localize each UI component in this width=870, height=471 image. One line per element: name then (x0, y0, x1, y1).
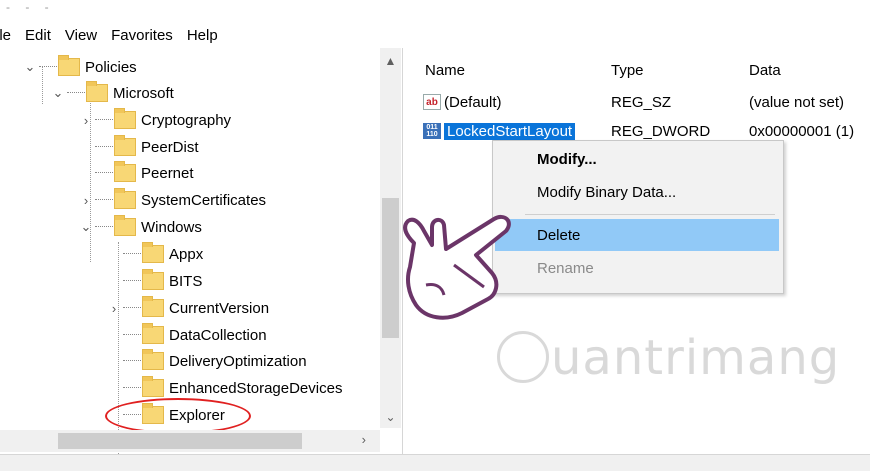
chevron-right-icon[interactable]: › (78, 113, 94, 128)
menu-item-modify[interactable]: Modify... (495, 143, 779, 175)
chevron-down-icon[interactable]: ⌄ (50, 85, 66, 101)
folder-icon (142, 323, 164, 344)
watermark: uantrimang (497, 330, 840, 387)
tree-item-label: DataCollection (169, 326, 267, 344)
tree-item-label: SystemCertificates (141, 191, 267, 209)
chevron-down-icon[interactable]: ⌄ (22, 59, 38, 75)
highlight-circle (105, 398, 251, 434)
value-data: 0x00000001 (1) (749, 122, 855, 140)
tree-item-bits[interactable]: BITS (106, 268, 202, 294)
column-header-type[interactable]: Type (611, 62, 644, 79)
chevron-right-icon[interactable]: › (106, 301, 122, 316)
context-menu: Modify... Modify Binary Data... Delete R… (492, 140, 784, 294)
tree-item-label: Windows (141, 218, 202, 236)
tree-item-currentversion[interactable]: › CurrentVersion (106, 295, 269, 321)
menu-item-delete[interactable]: Delete (495, 219, 779, 251)
menu-separator (525, 214, 775, 215)
scroll-thumb[interactable] (58, 433, 302, 449)
lightbulb-logo-icon (497, 331, 549, 383)
tree-item-label: Policies (85, 58, 137, 76)
menu-view[interactable]: View (65, 27, 97, 44)
column-header-name[interactable]: Name (425, 62, 465, 79)
menu-file[interactable]: ile (0, 27, 11, 44)
menu-edit[interactable]: Edit (25, 27, 51, 44)
menu-favorites[interactable]: Favorites (111, 27, 173, 44)
scroll-down-icon[interactable]: ⌄ (380, 410, 401, 424)
tree-item-label: DeliveryOptimization (169, 352, 307, 370)
tree-item-label: BITS (169, 272, 203, 290)
folder-icon (114, 161, 136, 182)
tree-item-label: Appx (169, 245, 204, 263)
tree-item-label: PeerDist (141, 138, 199, 156)
value-type: REG_SZ (611, 93, 672, 111)
folder-icon (114, 188, 136, 209)
folder-icon (114, 108, 136, 129)
tree-item-datacollection[interactable]: DataCollection (106, 322, 267, 348)
column-header-data[interactable]: Data (749, 62, 781, 79)
status-bar (0, 454, 870, 471)
string-value-icon: ab (423, 94, 441, 110)
folder-icon (142, 376, 164, 397)
folder-icon (114, 135, 136, 156)
tree-item-microsoft[interactable]: ⌄ Microsoft (50, 80, 174, 106)
tree-item-systemcertificates[interactable]: › SystemCertificates (78, 187, 266, 213)
tree-item-windows[interactable]: ⌄ Windows (78, 214, 202, 240)
tree-item-label: CurrentVersion (169, 299, 270, 317)
tree-item-label: Cryptography (141, 111, 232, 129)
folder-icon (142, 269, 164, 290)
tree-item-appx[interactable]: Appx (106, 241, 203, 267)
folder-icon (142, 349, 164, 370)
value-row[interactable]: ab (Default) REG_SZ (value not set) (423, 90, 863, 114)
value-name: (Default) (444, 93, 502, 111)
tree-item-enhancedstoragedevices[interactable]: EnhancedStorageDevices (106, 375, 342, 401)
tree-item-peerdist[interactable]: PeerDist (78, 134, 199, 160)
folder-icon (142, 242, 164, 263)
tree-item-cryptography[interactable]: › Cryptography (78, 107, 231, 133)
folder-icon (142, 296, 164, 317)
folder-icon (114, 215, 136, 236)
menu-item-modify-binary[interactable]: Modify Binary Data... (495, 176, 779, 208)
title-fragment: - - - (6, 0, 55, 14)
value-data: (value not set) (749, 93, 845, 111)
tree-horizontal-scrollbar[interactable]: › (0, 430, 380, 452)
tree-item-label: EnhancedStorageDevices (169, 379, 343, 397)
folder-icon (86, 81, 108, 102)
value-type: REG_DWORD (611, 122, 711, 140)
menu-bar: ile Edit View Favorites Help (0, 22, 870, 48)
pointing-hand-icon (403, 214, 511, 320)
folder-icon (58, 55, 80, 76)
scroll-right-icon[interactable]: › (362, 432, 366, 447)
menu-help[interactable]: Help (187, 27, 218, 44)
value-name: LockedStartLayout (444, 122, 576, 140)
tree-item-label: Peernet (141, 164, 194, 182)
tree-item-label: Microsoft (113, 84, 174, 102)
chevron-down-icon[interactable]: ⌄ (78, 219, 94, 235)
tree-item-deliveryoptimization[interactable]: DeliveryOptimization (106, 348, 307, 374)
registry-tree[interactable]: ⌄ Policies ⌄ Microsoft › Cryptography Pe… (0, 48, 403, 454)
scroll-up-icon[interactable]: ▲ (380, 54, 401, 68)
chevron-right-icon[interactable]: › (78, 193, 94, 208)
menu-item-rename[interactable]: Rename (495, 252, 779, 284)
tree-item-peernet[interactable]: Peernet (78, 160, 194, 186)
dword-value-icon: 011 110 (423, 123, 441, 139)
tree-item-policies[interactable]: ⌄ Policies (22, 54, 137, 80)
